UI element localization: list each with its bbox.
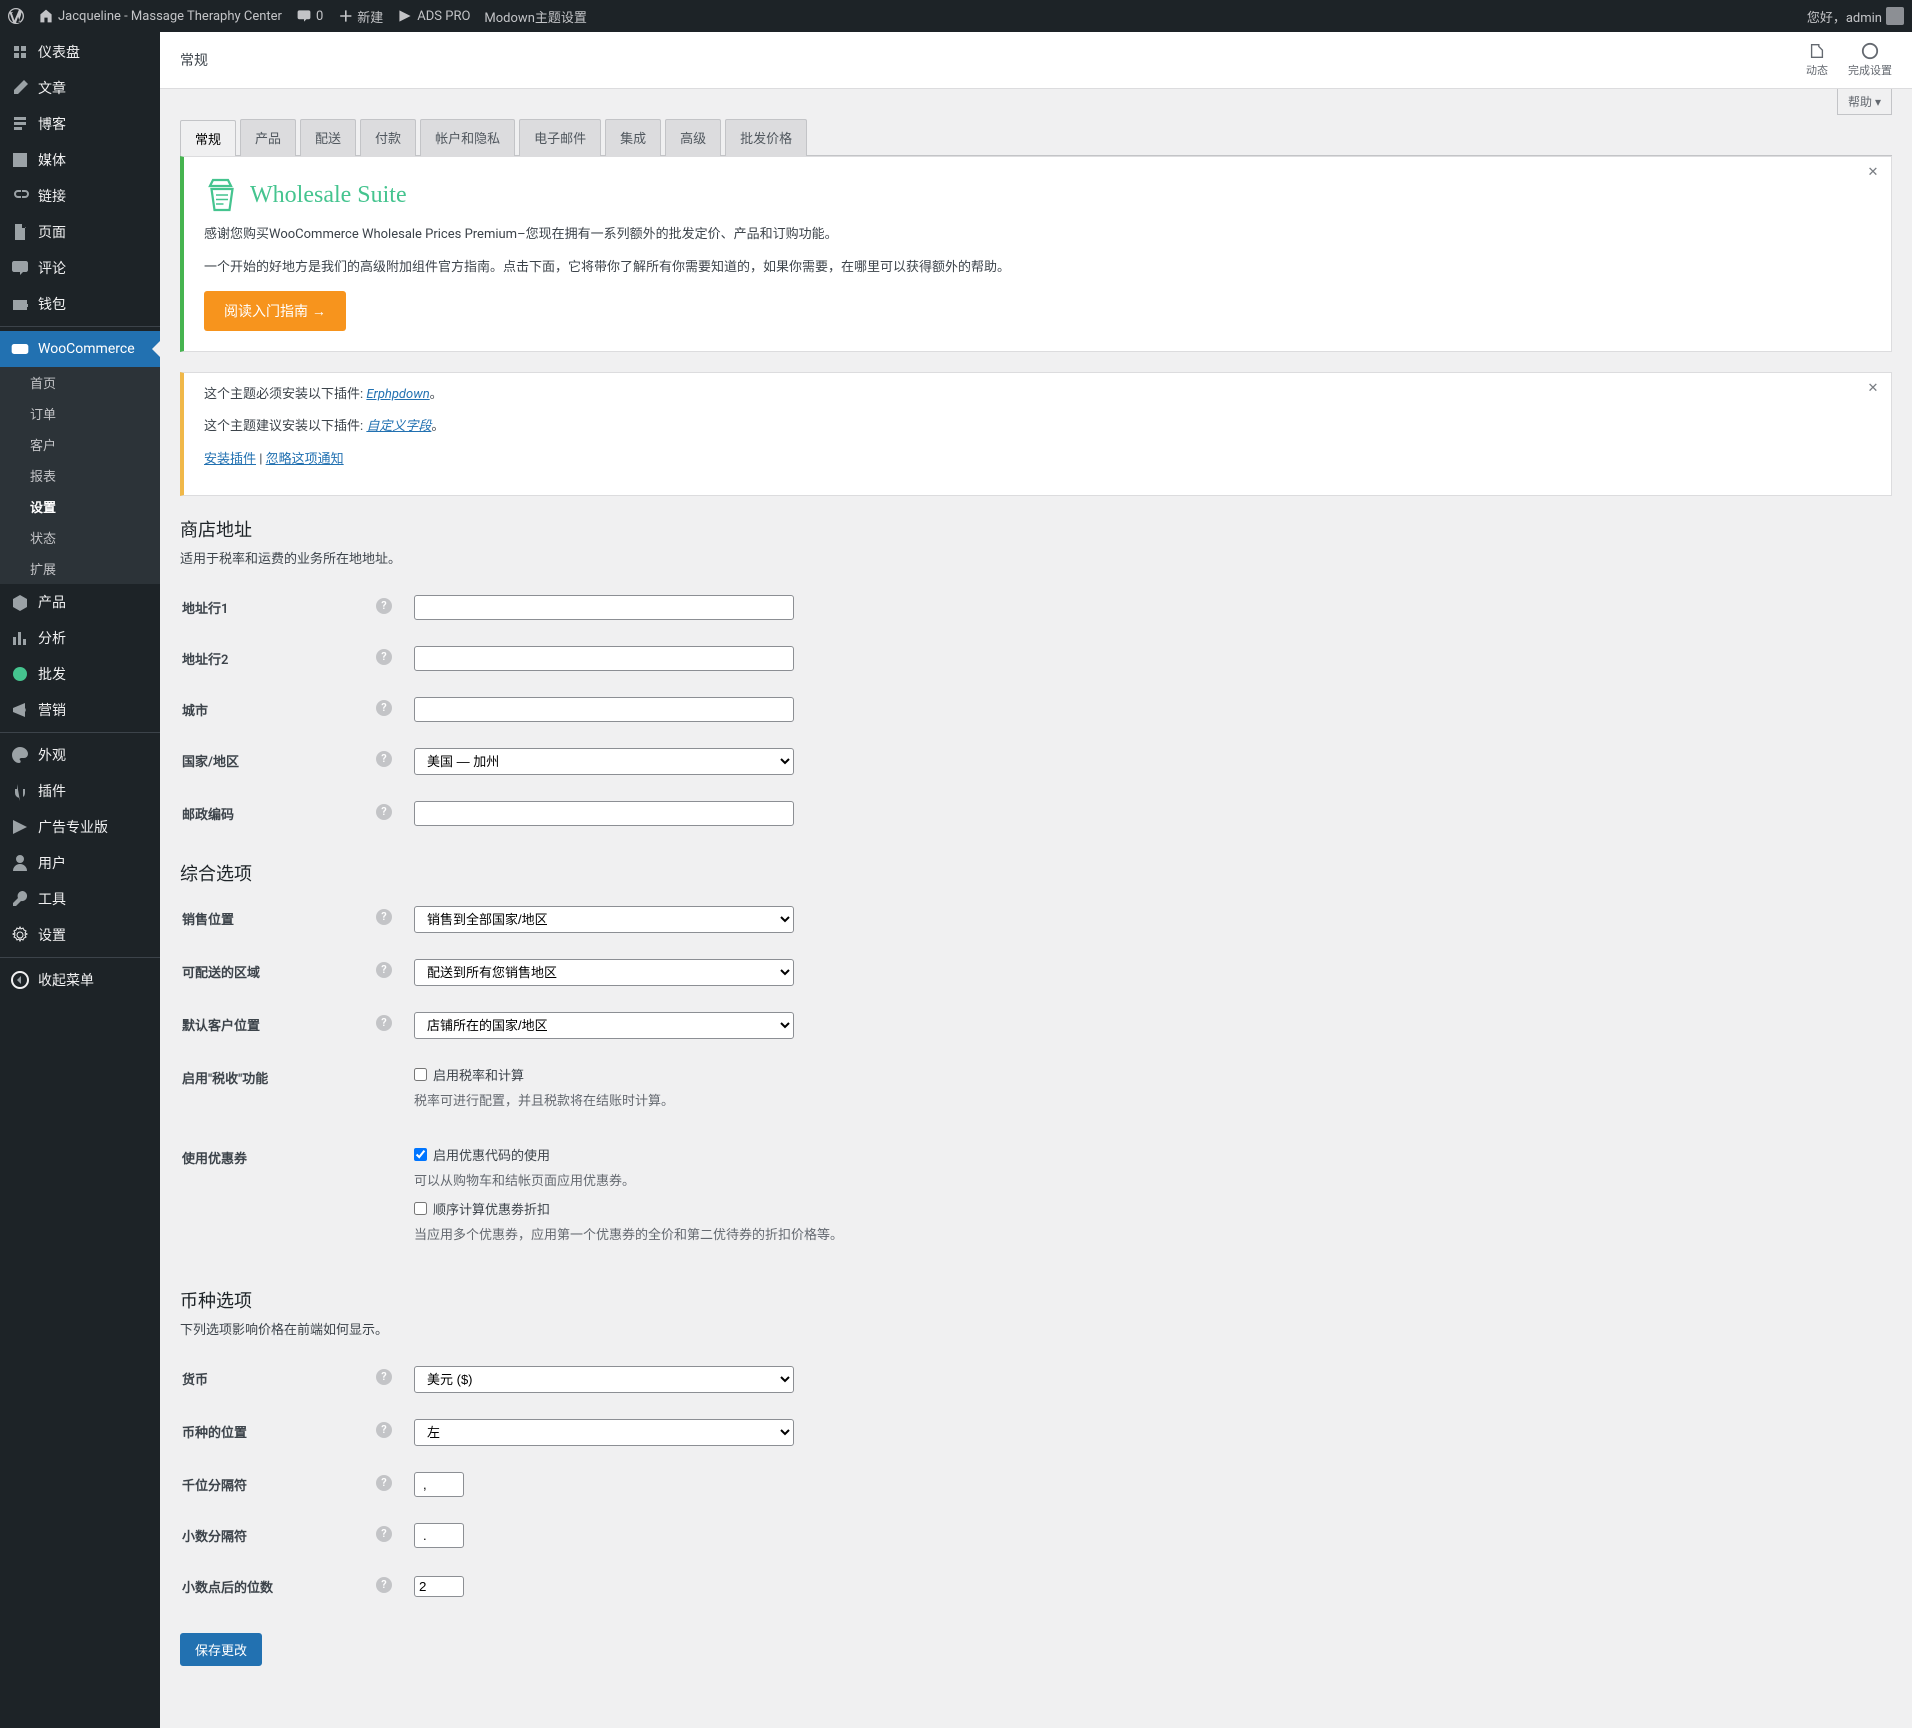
address1-input[interactable] — [414, 595, 794, 620]
wp-logo[interactable] — [8, 8, 24, 24]
postcode-input[interactable] — [414, 801, 794, 826]
tab-2[interactable]: 配送 — [300, 119, 356, 156]
menu-link[interactable]: 链接 — [0, 178, 160, 214]
store-address-heading: 商店地址 — [180, 516, 1892, 542]
tab-3[interactable]: 付款 — [360, 119, 416, 156]
address2-input[interactable] — [414, 646, 794, 671]
wholesale-p2: 一个开始的好地方是我们的高级附加组件官方指南。点击下面，它将带你了解所有你需要知… — [204, 258, 1871, 279]
menu-dashboard[interactable]: 仪表盘 — [0, 34, 160, 70]
modown-settings[interactable]: Modown主题设置 — [484, 7, 586, 26]
woo-submenu-2[interactable]: 客户 — [0, 429, 160, 460]
wholesale-logo-icon — [204, 177, 240, 213]
menu-post[interactable]: 文章 — [0, 70, 160, 106]
read-guide-button[interactable]: 阅读入门指南 → — [204, 291, 346, 331]
greeting[interactable]: 您好，admin — [1807, 7, 1904, 26]
help-tip-icon[interactable]: ? — [376, 649, 392, 665]
tab-0[interactable]: 常规 — [180, 120, 236, 157]
enable-coupon-checkbox[interactable] — [414, 1148, 427, 1161]
install-plugins-link[interactable]: 安装插件 — [204, 452, 256, 467]
menu-page[interactable]: 页面 — [0, 214, 160, 250]
currency-select[interactable]: 美元 ($) — [414, 1366, 794, 1393]
menu-wallet[interactable]: 钱包 — [0, 286, 160, 322]
city-input[interactable] — [414, 697, 794, 722]
sell-location-select[interactable]: 销售到全部国家/地区 — [414, 906, 794, 933]
sequential-coupon-checkbox[interactable] — [414, 1202, 427, 1215]
help-tip-icon[interactable]: ? — [376, 1015, 392, 1031]
woo-submenu-3[interactable]: 报表 — [0, 460, 160, 491]
wholesale-notice: ✕ Wholesale Suite 感谢您购买WooCommerce Whole… — [180, 156, 1892, 352]
help-tip-icon[interactable]: ? — [376, 804, 392, 820]
tab-5[interactable]: 电子邮件 — [519, 119, 601, 156]
woo-submenu-6[interactable]: 扩展 — [0, 553, 160, 584]
dismiss-warning-icon[interactable]: ✕ — [1863, 381, 1883, 401]
new-content[interactable]: 新建 — [337, 7, 383, 26]
tab-6[interactable]: 集成 — [605, 119, 661, 156]
woo-submenu-0[interactable]: 首页 — [0, 367, 160, 398]
help-tip-icon[interactable]: ? — [376, 1422, 392, 1438]
collapse-menu[interactable]: 收起菜单 — [0, 962, 160, 998]
plugin-warning-notice: ✕ 这个主题必须安装以下插件: Erphpdown。 这个主题建议安装以下插件:… — [180, 372, 1892, 496]
save-button[interactable]: 保存更改 — [180, 1633, 262, 1666]
tab-4[interactable]: 帐户和隐私 — [420, 119, 515, 156]
menu-users[interactable]: 用户 — [0, 845, 160, 881]
woo-submenu-1[interactable]: 订单 — [0, 398, 160, 429]
menu-marketing[interactable]: 营销 — [0, 692, 160, 728]
menu-appearance[interactable]: 外观 — [0, 737, 160, 773]
enable-tax-checkbox[interactable] — [414, 1068, 427, 1081]
currency-position-select[interactable]: 左 — [414, 1419, 794, 1446]
decimal-sep-input[interactable] — [414, 1523, 464, 1548]
tab-1[interactable]: 产品 — [240, 119, 296, 156]
currency-options-desc: 下列选项影响价格在前端如何显示。 — [180, 1319, 1892, 1338]
help-tip-icon[interactable]: ? — [376, 1369, 392, 1385]
help-tip-icon[interactable]: ? — [376, 1577, 392, 1593]
help-tip-icon[interactable]: ? — [376, 700, 392, 716]
menu-woocommerce[interactable]: WooCommerce — [0, 331, 160, 367]
woo-submenu-4[interactable]: 设置 — [0, 491, 160, 522]
finish-setup-link[interactable]: 完成设置 — [1848, 42, 1892, 78]
decimals-input[interactable] — [414, 1576, 464, 1597]
wholesale-p1: 感谢您购买WooCommerce Wholesale Prices Premiu… — [204, 225, 1871, 246]
menu-wholesale[interactable]: 批发 — [0, 656, 160, 692]
woo-submenu-5[interactable]: 状态 — [0, 522, 160, 553]
erphpdown-link[interactable]: Erphpdown — [366, 387, 429, 402]
dismiss-notice-link[interactable]: 忽略这项通知 — [266, 452, 344, 467]
avatar — [1886, 7, 1904, 25]
wholesale-title: Wholesale Suite — [250, 182, 407, 209]
country-select[interactable]: 美国 — 加州 — [414, 748, 794, 775]
help-tip-icon[interactable]: ? — [376, 1475, 392, 1491]
menu-plugins[interactable]: 插件 — [0, 773, 160, 809]
comments-count[interactable]: 0 — [296, 8, 323, 24]
general-options-heading: 综合选项 — [180, 860, 1892, 886]
menu-product[interactable]: 产品 — [0, 584, 160, 620]
menu-comment[interactable]: 评论 — [0, 250, 160, 286]
menu-ads[interactable]: 广告专业版 — [0, 809, 160, 845]
ads-pro[interactable]: ADS PRO — [397, 8, 470, 24]
tab-7[interactable]: 高级 — [665, 119, 721, 156]
admin-sidebar: 仪表盘文章博客媒体链接页面评论钱包 WooCommerce 首页订单客户报表设置… — [0, 32, 160, 1728]
menu-media[interactable]: 媒体 — [0, 142, 160, 178]
ship-location-select[interactable]: 配送到所有您销售地区 — [414, 959, 794, 986]
store-address-desc: 适用于税率和运费的业务所在地地址。 — [180, 548, 1892, 567]
activity-link[interactable]: 动态 — [1806, 42, 1828, 78]
dismiss-notice-icon[interactable]: ✕ — [1863, 165, 1883, 185]
tab-8[interactable]: 批发价格 — [725, 119, 807, 156]
menu-blog[interactable]: 博客 — [0, 106, 160, 142]
menu-analytics[interactable]: 分析 — [0, 620, 160, 656]
custom-fields-link[interactable]: 自定义字段 — [366, 419, 431, 434]
help-tip-icon[interactable]: ? — [376, 962, 392, 978]
menu-settings[interactable]: 设置 — [0, 917, 160, 953]
default-location-select[interactable]: 店铺所在的国家/地区 — [414, 1012, 794, 1039]
help-tip-icon[interactable]: ? — [376, 1526, 392, 1542]
page-title: 常规 — [180, 50, 208, 70]
help-tab[interactable]: 帮助 ▾ — [1837, 89, 1892, 115]
thousand-sep-input[interactable] — [414, 1472, 464, 1497]
help-tip-icon[interactable]: ? — [376, 909, 392, 925]
menu-tools[interactable]: 工具 — [0, 881, 160, 917]
help-tip-icon[interactable]: ? — [376, 751, 392, 767]
help-tip-icon[interactable]: ? — [376, 598, 392, 614]
site-name[interactable]: Jacqueline - Massage Theraphy Center — [38, 8, 282, 24]
currency-options-heading: 币种选项 — [180, 1287, 1892, 1313]
